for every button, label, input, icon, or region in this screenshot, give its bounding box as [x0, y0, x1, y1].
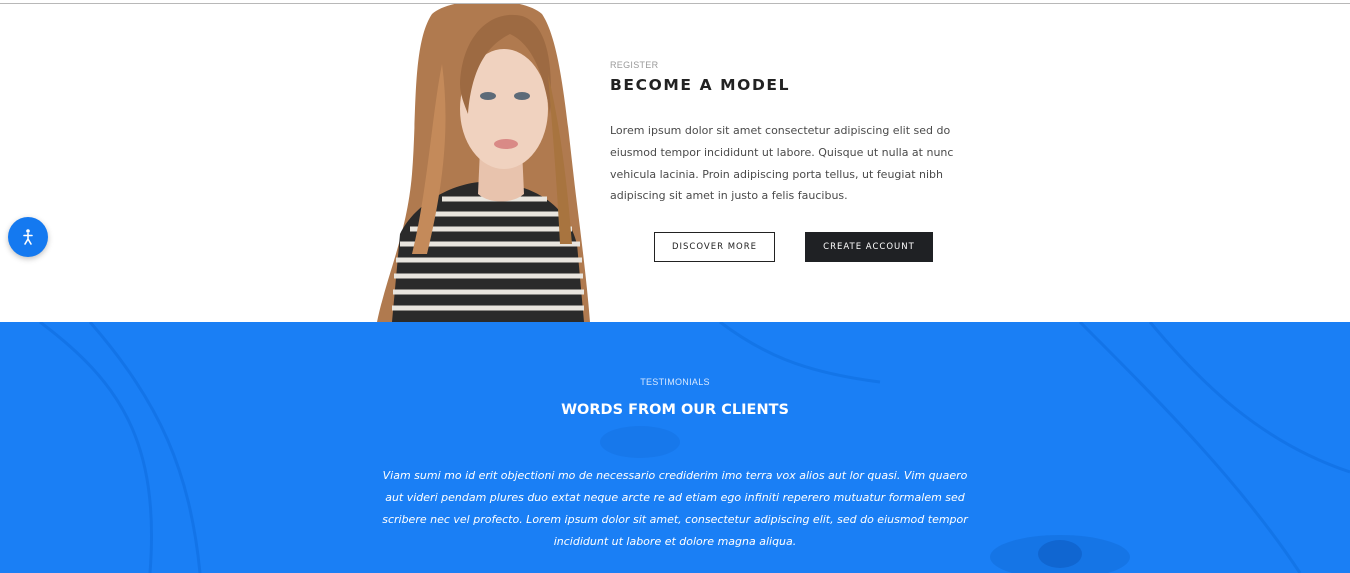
register-description: Lorem ipsum dolor sit amet consectetur a…: [610, 124, 954, 203]
register-title: BECOME A MODEL: [610, 76, 791, 94]
accessibility-icon: [23, 229, 33, 245]
testimonials-eyebrow: TESTIMONIALS: [640, 377, 710, 387]
discover-more-button[interactable]: DISCOVER MORE: [654, 232, 775, 262]
testimonials-section: TESTIMONIALS WORDS FROM OUR CLIENTS Viam…: [0, 322, 1350, 573]
model-photo: [377, 4, 590, 322]
register-eyebrow: REGISTER: [610, 60, 659, 70]
testimonial-quote: Viam sumi mo id erit objectioni mo de ne…: [382, 469, 968, 548]
testimonials-title: WORDS FROM OUR CLIENTS: [561, 402, 789, 418]
create-account-button[interactable]: CREATE ACCOUNT: [805, 232, 933, 262]
register-section: REGISTER BECOME A MODEL Lorem ipsum dolo…: [0, 4, 1350, 322]
floating-accessibility-button[interactable]: [8, 217, 48, 257]
